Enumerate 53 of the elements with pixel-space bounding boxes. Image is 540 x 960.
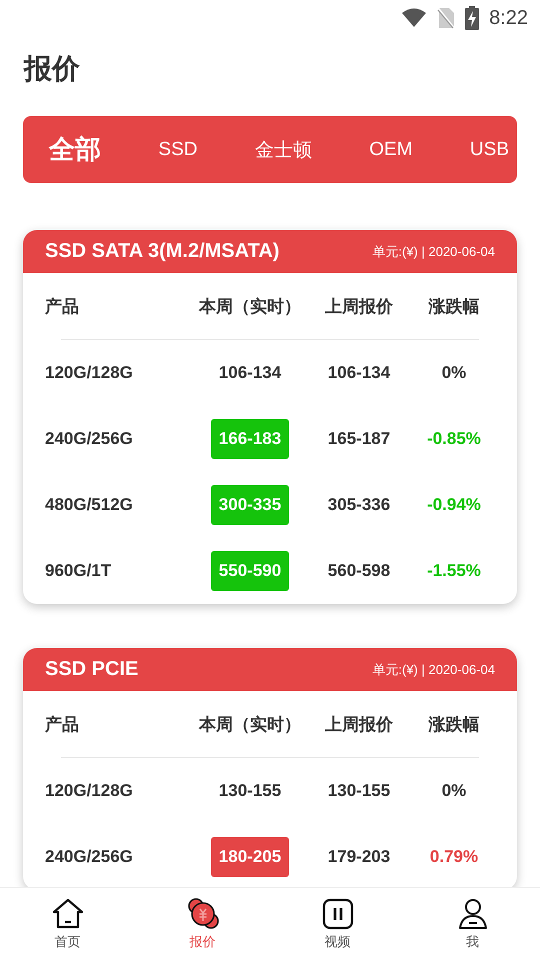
column-header: 上周报价 (325, 296, 393, 318)
current-price: 180-205 (210, 837, 290, 877)
product-cell: 120G/128G (45, 781, 133, 801)
category-tab[interactable]: USB (470, 138, 509, 160)
current-price: 550-590 (210, 551, 290, 591)
card-title: SSD SATA 3(M.2/MSATA) (45, 240, 280, 263)
last-week-price: 560-598 (328, 561, 390, 581)
column-header: 产品 (45, 714, 79, 736)
change-percent: 0% (442, 781, 466, 801)
last-week-price: 130-155 (328, 781, 390, 801)
change-percent: -0.94% (427, 495, 481, 515)
nav-tab[interactable]: 首页 (0, 888, 135, 960)
nav-tab[interactable]: 我 (405, 888, 540, 960)
nav-tab[interactable]: 视频 (270, 888, 405, 960)
last-week-price: 179-203 (328, 847, 390, 867)
change-percent: -0.85% (427, 429, 481, 449)
unit-date: 单元:(¥) | 2020-06-04 (372, 660, 495, 678)
no-sim-icon (437, 7, 456, 29)
column-header: 本周（实时） (199, 714, 301, 736)
battery-charging-icon (465, 6, 480, 30)
pause-icon (320, 897, 354, 931)
change-percent: 0.79% (430, 847, 478, 867)
category-tab[interactable]: 金士顿 (254, 136, 312, 162)
card-title: SSD PCIE (45, 658, 138, 681)
current-price: 130-155 (218, 780, 282, 802)
category-tab[interactable]: SSD (158, 138, 198, 160)
coins-icon (186, 897, 220, 931)
change-percent: 0% (442, 363, 466, 383)
category-tab[interactable]: OEM (369, 138, 413, 160)
product-cell: 240G/256G (45, 847, 133, 867)
change-percent: -1.55% (427, 561, 481, 581)
column-header: 本周（实时） (199, 296, 301, 318)
current-price: 106-134 (218, 362, 282, 384)
product-cell: 480G/512G (45, 495, 133, 515)
nav-tab[interactable]: 报价 (135, 888, 270, 960)
home-icon (50, 897, 84, 931)
current-price: 300-335 (210, 485, 290, 525)
wifi-icon (401, 8, 428, 28)
column-header: 产品 (45, 296, 79, 318)
product-cell: 240G/256G (45, 429, 133, 449)
current-price: 166-183 (210, 419, 290, 459)
last-week-price: 305-336 (328, 495, 390, 515)
last-week-price: 106-134 (328, 363, 390, 383)
column-header: 上周报价 (325, 714, 393, 736)
category-tab[interactable]: 全部 (49, 132, 101, 167)
column-header: 涨跌幅 (428, 714, 480, 736)
unit-date: 单元:(¥) | 2020-06-04 (372, 242, 495, 260)
clock-time: 8:22 (489, 6, 528, 30)
column-header: 涨跌幅 (428, 296, 480, 318)
product-cell: 960G/1T (45, 561, 112, 581)
product-cell: 120G/128G (45, 363, 133, 383)
last-week-price: 165-187 (328, 429, 390, 449)
page-title: 报价 (24, 52, 81, 86)
